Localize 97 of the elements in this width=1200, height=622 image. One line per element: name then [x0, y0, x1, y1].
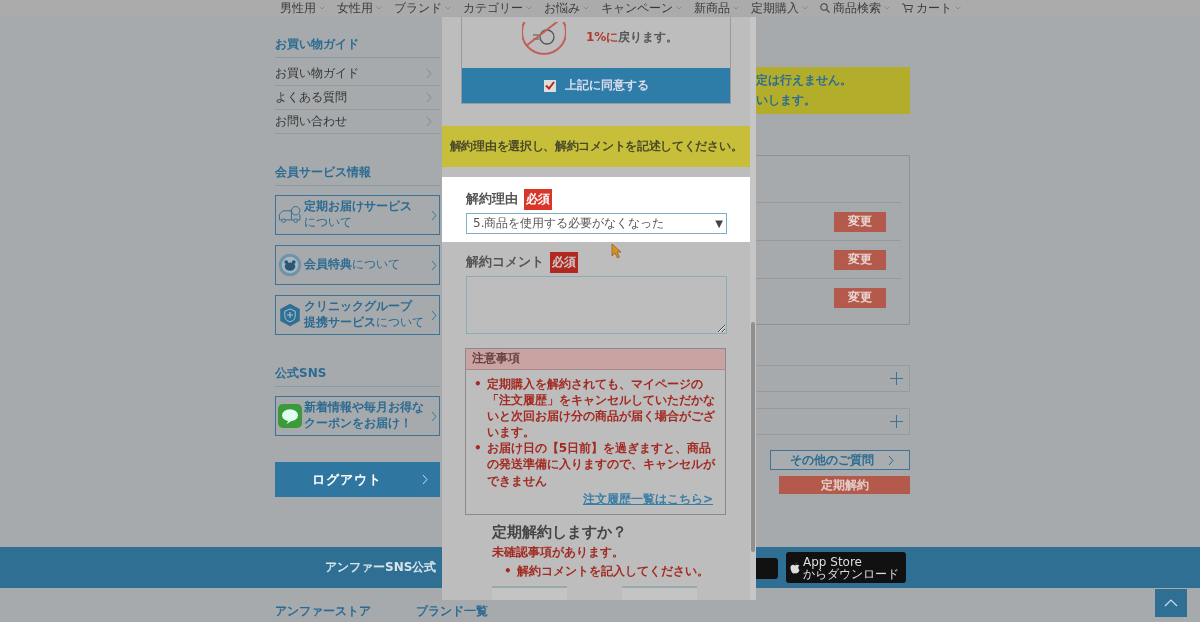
nav-label: 定期購入: [750, 0, 799, 17]
nav-menu-item[interactable]: 男性用: [273, 0, 331, 17]
dialog-button[interactable]: [622, 586, 697, 600]
up-chevron-icon: [1164, 599, 1178, 607]
bear-badge-icon: [278, 253, 302, 277]
nav-label: お悩み: [543, 0, 580, 17]
warning-text: 未確認事項があります。: [492, 543, 625, 561]
guide-link[interactable]: お買い物ガイド: [275, 62, 440, 86]
nav-menu-item[interactable]: 定期購入: [744, 0, 814, 17]
bullet: •: [474, 440, 482, 458]
nav-menu-item[interactable]: カート: [895, 0, 967, 17]
change-button[interactable]: 変更: [834, 249, 886, 270]
search-icon: [819, 3, 830, 13]
field-label: 解約理由: [466, 190, 518, 208]
card-text: 定期お届けサービス: [304, 199, 413, 215]
dropdown-caret-icon: [375, 6, 382, 10]
logout-button[interactable]: ログアウト: [275, 462, 440, 497]
dropdown-caret-icon: [954, 6, 961, 10]
card-text: クーポンをお届け！: [304, 416, 413, 432]
required-badge: 必須: [550, 251, 578, 273]
nav-label: 男性用: [279, 0, 316, 17]
nav-menu-item[interactable]: 商品検索: [813, 0, 896, 17]
nav-menu-item[interactable]: お悩み: [537, 0, 595, 17]
nav-menu-item[interactable]: 女性用: [330, 0, 388, 17]
card-text: クリニックグループ: [304, 299, 414, 315]
instruction-text: 解約理由を選択し、解約コメントを記述してください。: [449, 137, 743, 155]
app-store-badge[interactable]: App Store からダウンロード: [786, 552, 906, 583]
dropdown-caret-icon: [732, 6, 739, 10]
dropdown-caret-icon: [801, 6, 808, 10]
section-heading: 会員サービス情報: [275, 164, 440, 186]
note-item: 定期購入を解約されても、マイページの「注文履歴」をキャンセルしていただかないと次回お届け分の商品が届く場合がございます。: [486, 375, 716, 441]
chevron-icon: [421, 474, 428, 485]
nav-label: 女性用: [336, 0, 373, 17]
chevron-icon: [431, 309, 437, 321]
comment-field[interactable]: [466, 275, 727, 334]
card-text: 提携サービスについて: [304, 315, 425, 331]
notes-title: 注意事項: [466, 348, 725, 370]
confirm-title: 定期解約しますか？: [492, 522, 628, 542]
reason-select[interactable]: 5.商品を使用する必要がなくなった ▼: [466, 212, 727, 234]
chevron-icon: [426, 116, 432, 127]
nav-label: 商品検索: [832, 0, 881, 17]
agree-checkbox[interactable]: 上記に同意する: [462, 68, 730, 103]
badge-subtitle: からダウンロード: [803, 567, 899, 580]
nav-label: カテゴリー: [462, 0, 523, 17]
chat-bubble-icon: [278, 404, 302, 428]
shield-icon: [278, 303, 302, 327]
nav-menu-item[interactable]: 新商品: [687, 0, 745, 17]
nav-menu-item[interactable]: キャンペーン: [594, 0, 688, 17]
chevron-icon: [431, 259, 437, 271]
card-text: 新着情報や毎月お得な: [304, 400, 425, 416]
chevron-icon: [888, 454, 894, 466]
dropdown-caret-icon: [675, 6, 682, 10]
service-card[interactable]: クリニックグループ 提携サービスについて: [275, 295, 440, 335]
chevron-icon: [426, 68, 432, 79]
service-card[interactable]: 会員特典について: [275, 245, 440, 285]
mouse-pointer-icon: [611, 243, 622, 259]
nav-menu-item[interactable]: ブランド: [387, 0, 457, 17]
section-heading: お買い物ガイド: [275, 36, 440, 58]
dropdown-caret-icon: [444, 6, 451, 10]
point-notice-text: 1%に戻ります。: [586, 29, 679, 46]
card-text: について: [304, 215, 353, 231]
sns-text: アンファーSNS公式: [325, 559, 437, 576]
faq-button[interactable]: その他のご質問: [770, 450, 910, 470]
guide-link[interactable]: お問い合わせ: [275, 110, 440, 134]
badge-title: App Store: [803, 555, 863, 568]
guide-link[interactable]: よくある質問: [275, 86, 440, 110]
required-badge: 必須: [524, 188, 552, 210]
dropdown-caret-icon: [525, 6, 532, 10]
section-heading: 公式SNS: [275, 365, 440, 387]
bullet: •: [504, 562, 512, 579]
chevron-icon: [426, 92, 432, 103]
notice-text: 定は行えません。: [756, 72, 853, 90]
back-to-top-button[interactable]: [1155, 589, 1187, 617]
dropdown-caret-icon: [318, 6, 325, 10]
nav-label: キャンペーン: [600, 0, 673, 17]
nav-label: カート: [915, 0, 952, 17]
dropdown-caret-icon: [582, 6, 589, 10]
dropdown-caret-icon: [883, 6, 890, 10]
chevron-icon: [431, 209, 437, 221]
apple-icon: [790, 561, 800, 574]
note-item: お届け日の【5日前】を過ぎますと、商品の発送準備に入りますので、キャンセルができません: [486, 440, 717, 489]
bullet: •: [474, 375, 482, 393]
notice-text: いします。: [756, 91, 817, 109]
service-card[interactable]: 定期お届けサービス について: [275, 195, 440, 235]
field-label: 解約コメント: [466, 253, 544, 271]
nav-label: ブランド: [393, 0, 442, 17]
checkmark-icon: [544, 81, 555, 90]
nav-label: 新商品: [693, 0, 730, 17]
nav-menu-item[interactable]: カテゴリー: [456, 0, 538, 17]
card-text: 会員特典について: [304, 257, 401, 273]
change-button[interactable]: 変更: [834, 287, 886, 308]
chevron-icon: [431, 410, 437, 422]
change-button[interactable]: 変更: [834, 211, 886, 232]
cancel-subscription-button[interactable]: 定期解約: [779, 476, 910, 494]
dialog-button[interactable]: [492, 586, 567, 600]
warning-item: 解約コメントを記入してください。: [516, 562, 709, 579]
cart-icon: [901, 3, 913, 13]
